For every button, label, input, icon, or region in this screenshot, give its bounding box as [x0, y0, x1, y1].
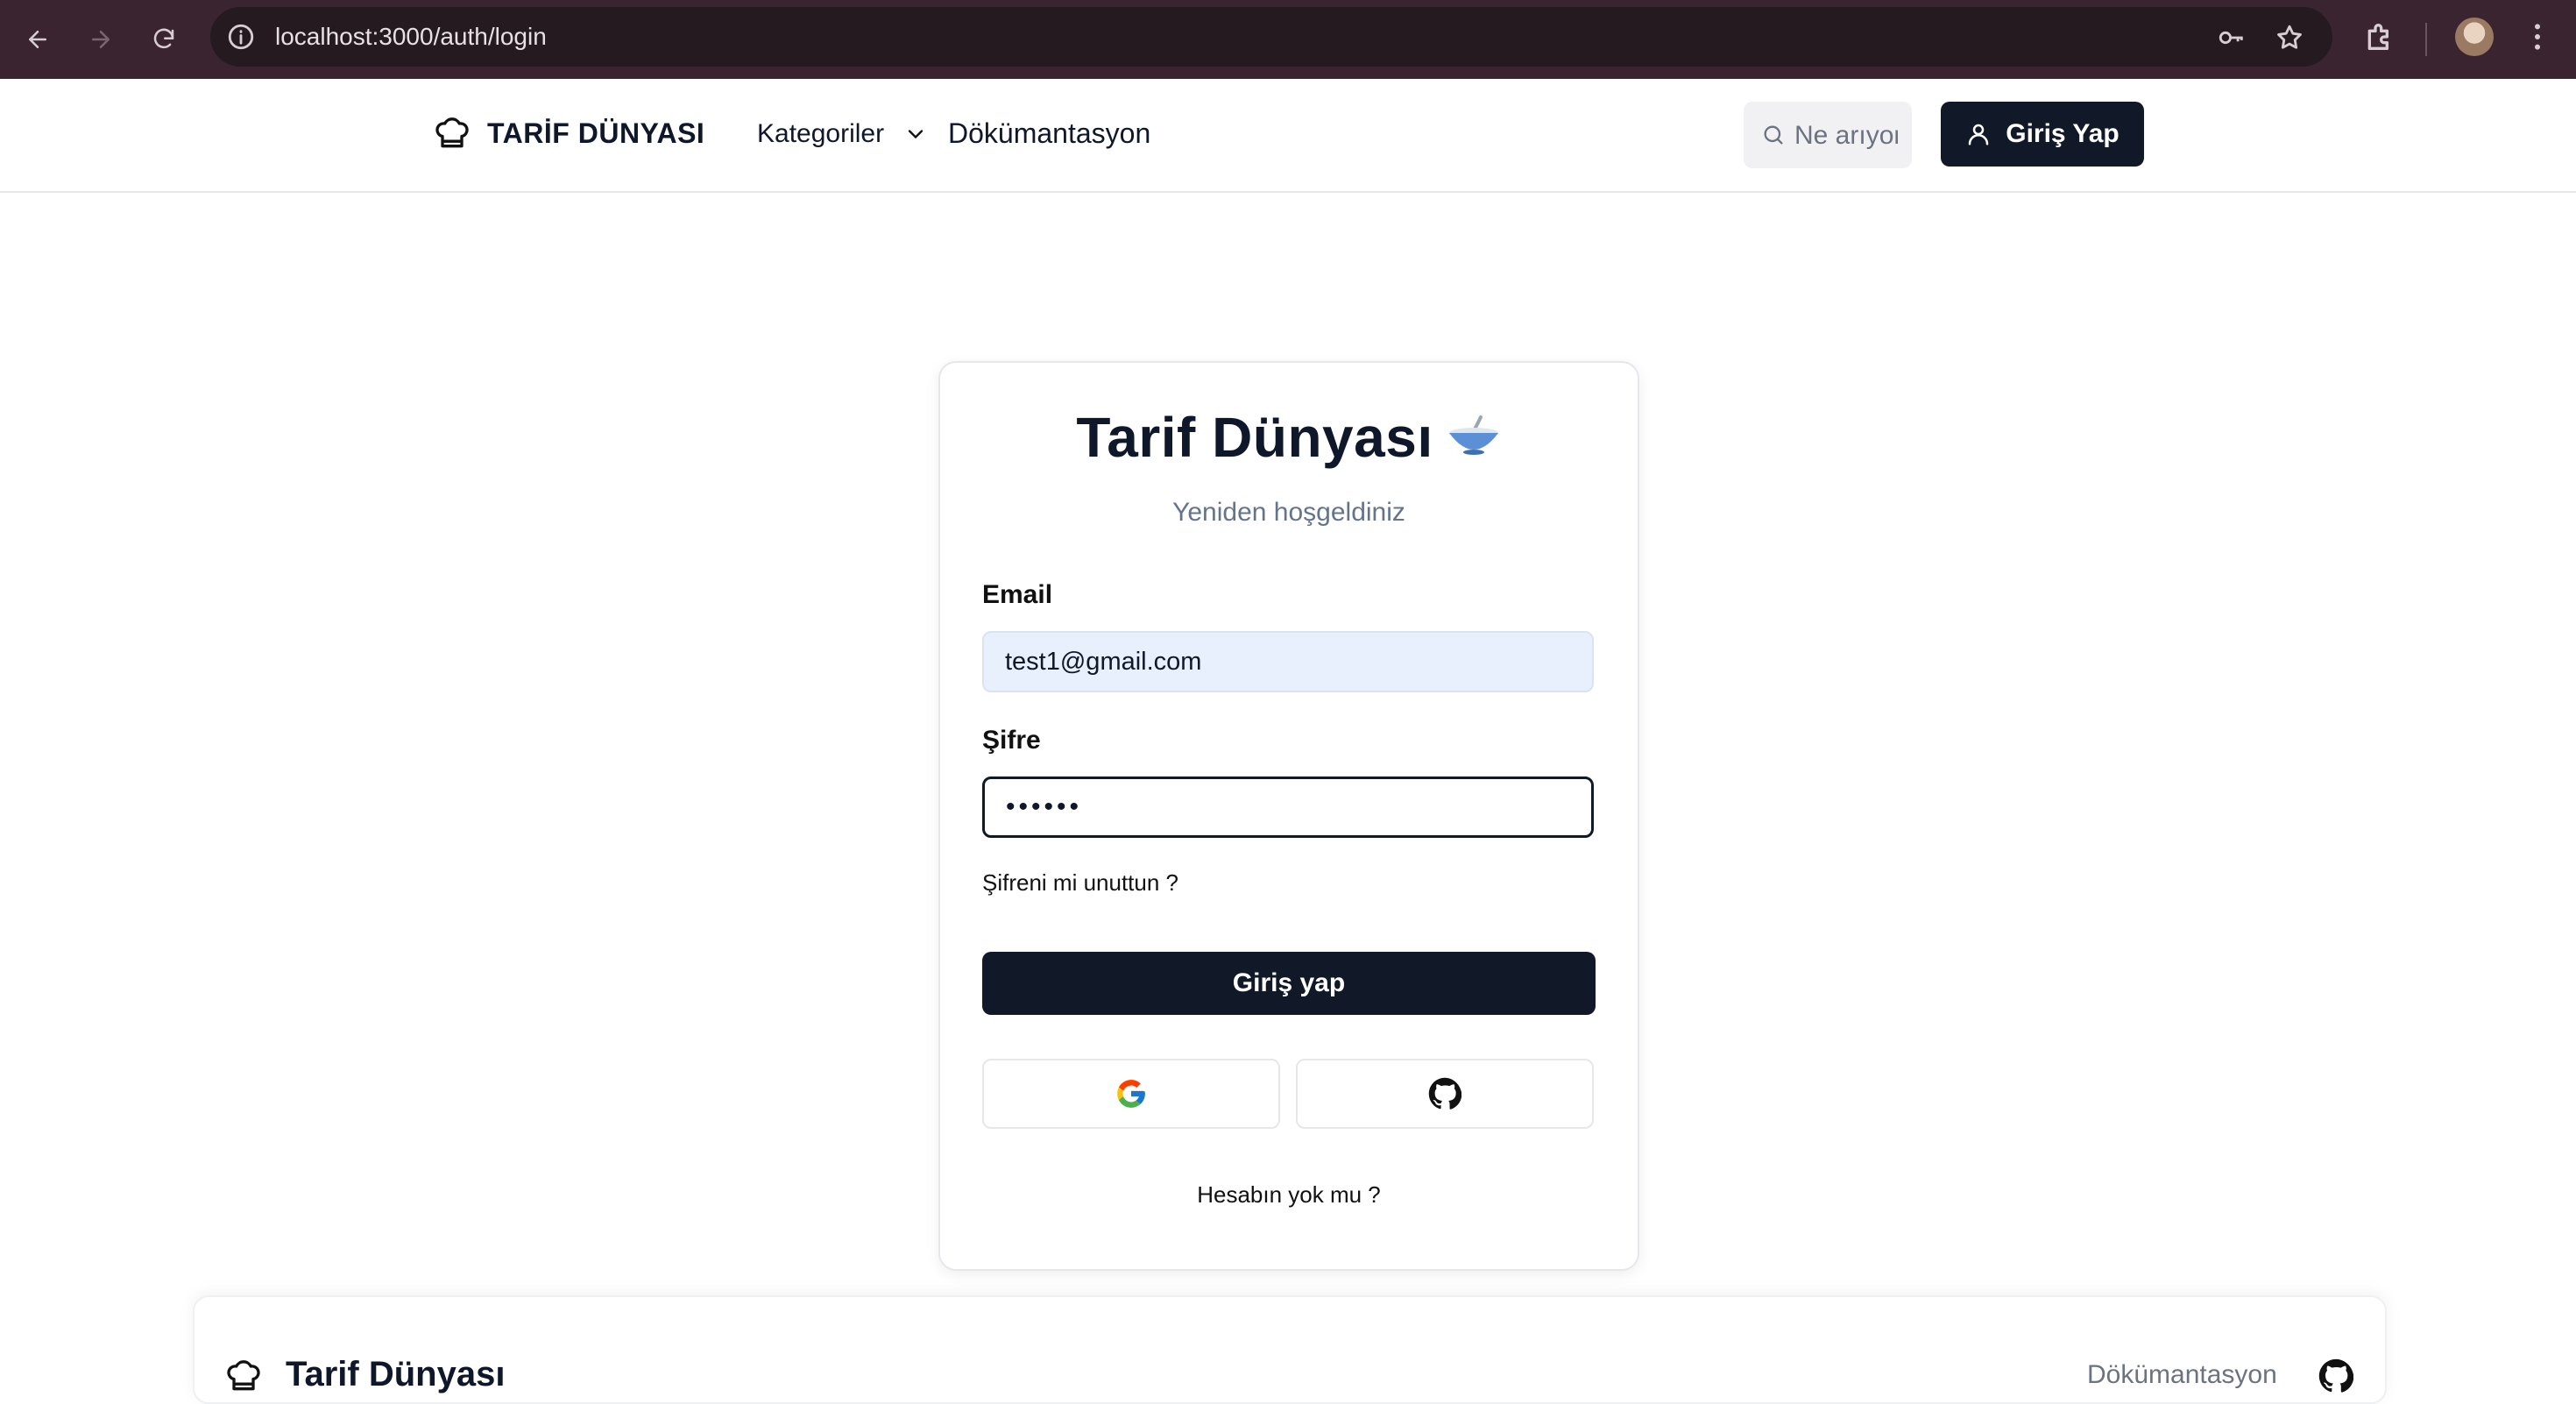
user-icon [1968, 124, 1989, 145]
site-logo[interactable]: TARİF DÜNYASI [433, 114, 704, 152]
signup-link[interactable]: Hesabın yok mu ? [940, 1181, 1638, 1209]
footer-github-icon[interactable] [2318, 1358, 2353, 1393]
email-label: Email [982, 580, 1053, 609]
site-header: TARİF DÜNYASI Kategoriler Dökümantasyon … [0, 79, 2576, 193]
bookmark-star-icon[interactable] [2275, 23, 2304, 53]
card-subtitle: Yeniden hoşgeldiniz [1172, 498, 1405, 527]
password-label: Şifre [982, 726, 1041, 755]
email-field[interactable]: test1@gmail.com [982, 631, 1594, 692]
site-info-icon[interactable] [226, 22, 256, 52]
nav-categories-dropdown[interactable]: Kategoriler [757, 119, 928, 149]
email-value: test1@gmail.com [1005, 647, 1202, 676]
extensions-icon[interactable] [2362, 19, 2397, 54]
more-menu-icon[interactable] [2520, 19, 2555, 54]
logo-text: TARİF DÜNYASI [487, 117, 705, 149]
toolbar-divider [2425, 23, 2427, 56]
bowl-emoji-icon [1448, 415, 1498, 456]
search-icon [1764, 125, 1783, 145]
password-value: •••••• [1006, 792, 1083, 821]
password-field[interactable]: •••••• [982, 776, 1594, 838]
chevron-down-icon [908, 130, 924, 139]
submit-login-button[interactable]: Giriş yap [982, 952, 1596, 1015]
card-title-text: Tarif Dünyası [1076, 406, 1433, 469]
password-key-icon[interactable] [2217, 23, 2247, 53]
forward-arrow-icon[interactable] [81, 19, 121, 60]
login-card: Tarif Dünyası Yeniden hoşgeldiniz Email … [938, 361, 1639, 1271]
footer-title: Tarif Dünyası [286, 1355, 506, 1393]
submit-login-label: Giriş yap [1232, 968, 1346, 997]
back-arrow-icon[interactable] [18, 19, 58, 60]
footer-docs-link[interactable]: Dökümantasyon [2087, 1360, 2277, 1390]
header-login-button[interactable]: Giriş Yap [1941, 102, 2144, 167]
site-footer: Tarif Dünyası Dökümantasyon [193, 1295, 2387, 1404]
search-input[interactable]: Ne arıyorsun? [1744, 102, 1912, 168]
forgot-password-link[interactable]: Şifreni mi unuttun ? [982, 869, 1178, 897]
header-login-label: Giriş Yap [2006, 119, 2120, 148]
footer-chef-hat-icon [227, 1360, 260, 1391]
nav-categories-label: Kategoriler [757, 119, 885, 148]
browser-toolbar: localhost:3000/auth/login [0, 0, 2576, 79]
google-icon [1117, 1080, 1145, 1108]
page-title: Tarif Dünyası [940, 405, 1638, 470]
github-icon [1428, 1077, 1461, 1110]
google-login-button[interactable] [982, 1059, 1280, 1129]
reload-icon[interactable] [144, 19, 184, 60]
nav-docs-link[interactable]: Dökümantasyon [948, 117, 1150, 150]
search-placeholder: Ne arıyorsun? [1794, 121, 1898, 150]
url-text[interactable]: localhost:3000/auth/login [275, 23, 547, 51]
chef-hat-icon [435, 117, 469, 148]
github-login-button[interactable] [1296, 1059, 1594, 1129]
address-bar[interactable]: localhost:3000/auth/login [210, 7, 2332, 67]
profile-avatar[interactable] [2455, 18, 2494, 56]
